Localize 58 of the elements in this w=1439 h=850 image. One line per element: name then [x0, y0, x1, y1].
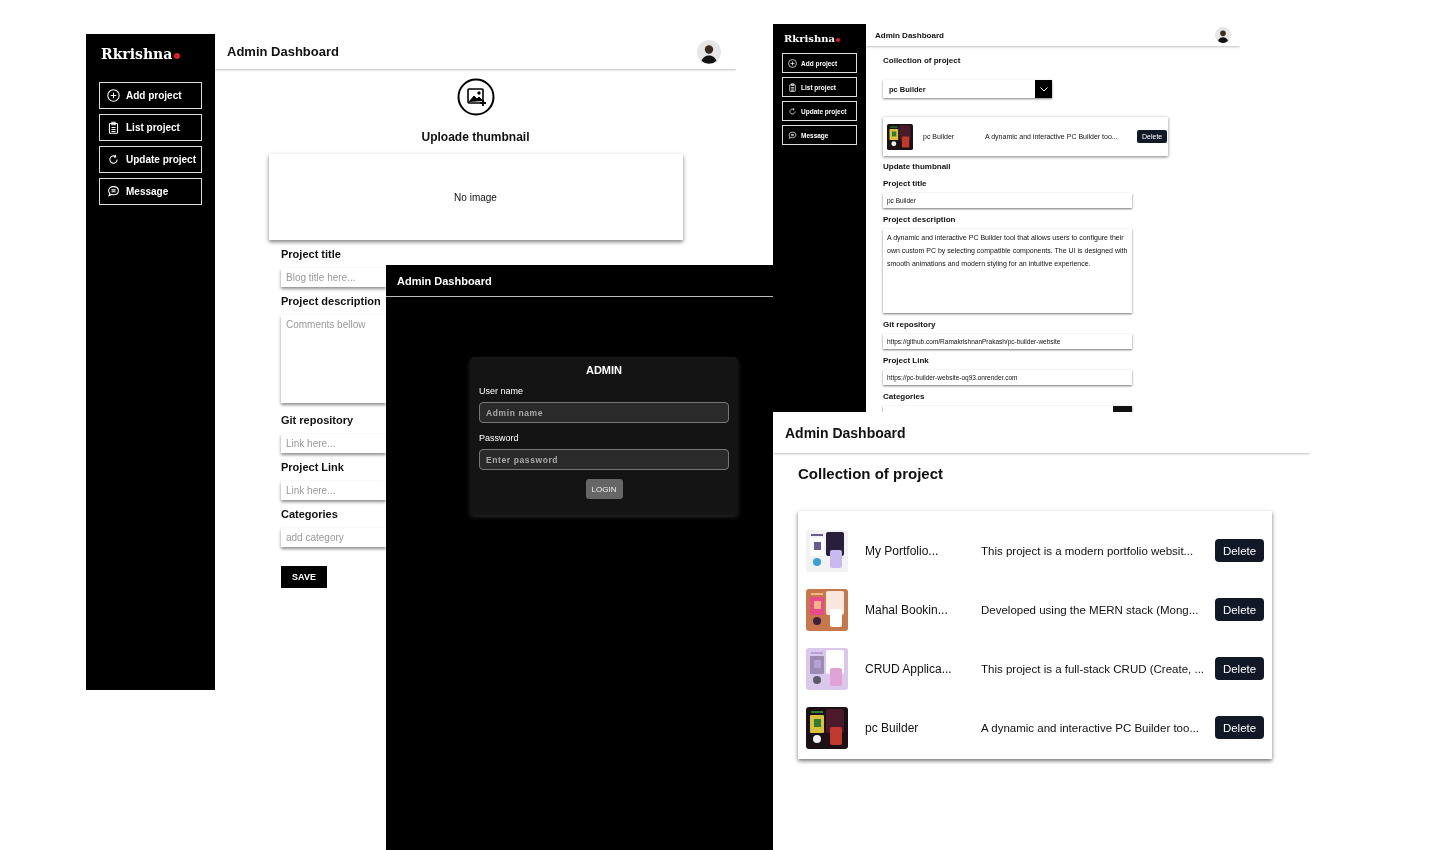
- input-field[interactable]: Admin name: [479, 402, 729, 423]
- preview-text: No image: [454, 191, 497, 203]
- chat-bubble-icon: [107, 185, 120, 198]
- field-label: User name: [479, 386, 524, 396]
- avatar-icon[interactable]: [697, 39, 721, 64]
- sidebar-item[interactable]: Message: [99, 178, 202, 205]
- plus-circle-icon: [107, 89, 120, 102]
- field-label: Project Link: [883, 356, 929, 366]
- page-title: Admin Dashboard: [785, 424, 906, 441]
- delete-button[interactable]: Delete: [1215, 716, 1264, 739]
- clipboard-icon: [788, 82, 797, 92]
- logo-dot-icon: [835, 38, 840, 42]
- sidebar-item[interactable]: List project: [99, 114, 202, 141]
- field-label: Categories: [883, 392, 925, 402]
- section-title: Collection of project: [798, 465, 944, 482]
- field-label: Git repository: [883, 320, 936, 330]
- refresh-icon: [788, 106, 797, 116]
- chevron-down-icon: [1039, 86, 1048, 92]
- field-label: Git repository: [281, 413, 354, 428]
- section-title: Collection of project: [883, 56, 961, 66]
- sidebar-item[interactable]: Add project: [99, 82, 202, 109]
- field-label: Categories: [281, 507, 338, 522]
- project-title: CRUD Applica...: [865, 661, 953, 676]
- save-button[interactable]: SAVE: [281, 566, 327, 588]
- project-title: pc Builder: [865, 720, 920, 735]
- delete-button[interactable]: Delete: [1215, 539, 1264, 562]
- field-label: Project description: [883, 215, 956, 225]
- field-label: Password: [479, 433, 520, 443]
- image-upload-icon[interactable]: [456, 78, 495, 116]
- field-label: Project Link: [281, 460, 344, 475]
- field-label: Project title: [281, 247, 341, 262]
- project-description: This project is a modern portfolio websit...: [981, 544, 1195, 557]
- section-title: Update thumbnail: [883, 162, 951, 172]
- upload-label: Uploade thumbnail: [421, 130, 530, 144]
- project-description: This project is a full-stack CRUD (Create, ...: [981, 662, 1206, 675]
- field-label: Project description: [281, 294, 381, 309]
- project-description: Developed using the MERN stack (Mong...: [981, 603, 1200, 616]
- sidebar-item[interactable]: Update project: [99, 146, 202, 173]
- refresh-icon: [107, 153, 120, 166]
- page-title: Admin Dashboard: [227, 44, 339, 59]
- project-title: My Portfolio...: [865, 543, 940, 558]
- clipboard-icon: [107, 121, 120, 134]
- delete-button[interactable]: Delete: [1215, 598, 1264, 621]
- project-title: Mahal Bookin...: [865, 602, 949, 617]
- page-title: Admin Dashboard: [875, 30, 944, 40]
- input-field[interactable]: Enter password: [479, 449, 729, 470]
- project-description: A dynamic and interactive PC Builder too...: [981, 721, 1200, 734]
- delete-button[interactable]: Delete: [1215, 657, 1264, 680]
- plus-circle-icon: [788, 58, 797, 68]
- brand-logo: Rkrishna: [101, 46, 173, 62]
- page-title: Admin Dashboard: [397, 274, 492, 287]
- field-label: Project title: [883, 179, 927, 189]
- logo-dot-icon: [174, 53, 181, 59]
- login-heading: ADMIN: [584, 364, 624, 376]
- brand-logo: Rkrishna: [784, 33, 835, 44]
- login-button[interactable]: LOGIN: [585, 479, 623, 499]
- chat-bubble-icon: [788, 130, 797, 140]
- avatar-icon[interactable]: [1215, 27, 1231, 43]
